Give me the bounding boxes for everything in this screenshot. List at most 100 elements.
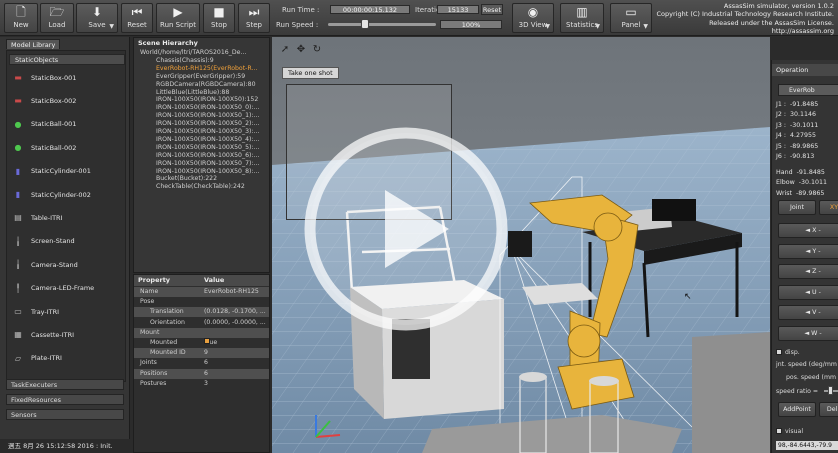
joint-label: Hand [776, 168, 793, 176]
model-item-cassette-itri[interactable]: ▦ Cassette-ITRI [9, 326, 119, 343]
property-row[interactable]: Orientation (0.0000, -0.0000, ... [134, 318, 269, 328]
play-video-icon[interactable] [303, 126, 509, 332]
property-row[interactable]: Mounted ID 9 [134, 348, 269, 359]
scene-item[interactable]: IRON-100X50(IRON-100X50_5):... [156, 144, 259, 152]
run-speed-slider[interactable] [328, 23, 436, 26]
joint-mode-button[interactable]: Joint [778, 200, 816, 215]
model-item-camera-led-frame[interactable]: ╿ Camera-LED-Frame [9, 280, 119, 297]
scene-item[interactable]: Bucket(Bucket):222 [156, 175, 217, 183]
reset-button[interactable]: ⏮ Reset [121, 3, 153, 33]
property-row[interactable]: Positions 6 [134, 368, 269, 379]
scene-item[interactable]: IRON-100X50(IRON-100X50_7):... [156, 160, 259, 168]
property-row[interactable]: Joints 6 [134, 358, 269, 368]
scene-item[interactable]: IRON-100X50(IRON-100X50_4):... [156, 136, 259, 144]
model-item-staticball-002[interactable]: ● StaticBall-002 [9, 139, 119, 156]
pos-speed-label: pos. speed (mm [786, 374, 836, 381]
property-row[interactable]: Postures 3 [134, 379, 269, 389]
statistics-button[interactable]: ▥ Statistics ▼ [560, 3, 604, 33]
joint-label: J2 : [776, 111, 786, 119]
load-button[interactable]: 🗁 Load [40, 3, 74, 33]
save-icon: ⬇ [91, 5, 103, 19]
model-item-plate-itri[interactable]: ▱ Plate-ITRI [9, 350, 119, 367]
jog-z-minus-button[interactable]: ◄ Z - [778, 264, 838, 280]
new-button[interactable]: 🗋 New [4, 3, 38, 33]
jog-w-minus-button[interactable]: ◄ W - [778, 326, 838, 341]
run-script-button[interactable]: ▶ Run Script [156, 3, 200, 33]
scene-item[interactable]: IRON-100X50(IRON-100X50_6):... [156, 152, 259, 160]
speed-ratio-slider-handle[interactable] [828, 386, 833, 395]
model-item-tray-itri[interactable]: ▭ Tray-ITRI [9, 303, 119, 320]
jnt-speed-label: jnt. speed (deg/mm [776, 361, 837, 368]
position-field[interactable]: 98,-84.6443,-79.9 [776, 441, 838, 450]
rotate-tool-icon[interactable]: ↻ [310, 43, 324, 57]
jog-x-minus-button[interactable]: ◄ X - [778, 223, 838, 238]
model-library-tab[interactable]: Model Library [6, 39, 61, 49]
scene-item[interactable]: LittleBlue(LittleBlue):88 [156, 89, 229, 97]
stand-icon: ╽ [15, 236, 21, 246]
scene-item[interactable]: IRON-100X50(IRON-100X50_1):... [156, 112, 259, 120]
joint-value: 30.1146 [790, 111, 817, 119]
property-row[interactable]: Pose [134, 297, 269, 307]
take-one-shot-button[interactable]: Take one shot [282, 67, 339, 79]
scene-item[interactable]: Chassis(Chassis):9 [156, 57, 214, 65]
property-key: Mount [140, 328, 160, 336]
scene-item[interactable]: IRON-100X50(IRON-100X50_8):... [156, 168, 259, 176]
mounted-checkbox[interactable] [204, 338, 210, 344]
jog-y-minus-button[interactable]: ◄ Y - [778, 243, 838, 259]
model-item-camera-stand[interactable]: ╽ Camera-Stand [9, 256, 119, 273]
ball-icon: ● [14, 143, 22, 153]
scene-item[interactable]: EverGripper(EverGripper):59 [156, 73, 245, 81]
move-tool-icon[interactable]: ✥ [294, 43, 308, 57]
joint-value: -30.1011 [798, 179, 828, 187]
property-row[interactable]: Name EverRobot-RH125 [134, 287, 269, 297]
chevron-down-icon: ▼ [545, 23, 550, 30]
scene-item[interactable]: IRON-100X50(IRON-100X50_3):... [156, 128, 259, 136]
run-speed-slider-handle[interactable] [360, 19, 369, 29]
status-bar: 週五 8月 26 15:12:58 2016 : Init. [0, 439, 130, 453]
delete-point-button[interactable]: DelP [819, 402, 838, 417]
reset-iterations-button[interactable]: Reset [481, 4, 503, 15]
scene-item[interactable]: IRON-100X50(IRON-100X50):152 [156, 96, 258, 104]
ball-icon: ● [14, 119, 22, 129]
property-row[interactable]: Translation (0.0128, -0.1700, ... [134, 307, 269, 318]
model-item-label: Table-ITRI [31, 213, 63, 222]
scene-item[interactable]: World(/home/ltri/TAROS2016_De... [140, 49, 246, 57]
disp-checkbox[interactable] [776, 349, 782, 355]
model-item-table-itri[interactable]: ▤ Table-ITRI [9, 209, 119, 226]
stop-icon: ■ [213, 5, 225, 19]
visual-checkbox[interactable] [776, 428, 782, 434]
model-item-staticcylinder-001[interactable]: ▮ StaticCylinder-001 [9, 163, 119, 180]
property-value: 6 [204, 359, 208, 367]
select-tool-icon[interactable]: ➚ [278, 43, 292, 57]
scene-item[interactable]: IRON-100X50(IRON-100X50_0):... [156, 104, 259, 112]
robot-selector[interactable]: EverRob [778, 84, 838, 96]
property-row[interactable]: Mount [134, 327, 269, 338]
task-executers-section[interactable]: TaskExecuters [6, 379, 124, 390]
xyz-mode-button[interactable]: XY [819, 200, 838, 215]
scene-item[interactable]: CheckTable(CheckTable):242 [156, 183, 245, 191]
operation-title: Operation [772, 64, 838, 76]
add-point-button[interactable]: AddPoint [778, 402, 816, 417]
scene-item[interactable]: RGBDCamera(RGBDCamera):80 [156, 81, 256, 89]
property-key: Joints [140, 359, 157, 367]
jog-v-minus-button[interactable]: ◄ V - [778, 305, 838, 321]
sensors-section[interactable]: Sensors [6, 409, 124, 420]
step-button[interactable]: ⏭ Step [238, 3, 270, 33]
model-item-screen-stand[interactable]: ╽ Screen-Stand [9, 233, 119, 250]
model-item-staticball-001[interactable]: ● StaticBall-001 [9, 116, 119, 133]
joint-row: J5 : -89.9865 [776, 142, 838, 151]
fixed-resources-section[interactable]: FixedResources [6, 394, 124, 405]
scene-item[interactable]: IRON-100X50(IRON-100X50_2):... [156, 120, 259, 128]
model-item-staticbox-002[interactable]: ▬ StaticBox-002 [9, 92, 119, 109]
jog-u-minus-button[interactable]: ◄ U - [778, 284, 838, 300]
model-item-staticcylinder-002[interactable]: ▮ StaticCylinder-002 [9, 186, 119, 203]
save-button[interactable]: ⬇ Save ▼ [76, 3, 118, 33]
stop-button[interactable]: ■ Stop [203, 3, 235, 33]
scene-item-selected[interactable]: EverRobot-RH125(EverRobot-R... [156, 65, 257, 73]
static-objects-header[interactable]: StaticObjects [9, 54, 125, 65]
joint-label: J5 : [776, 142, 786, 150]
model-item-staticbox-001[interactable]: ▬ StaticBox-001 [9, 69, 119, 86]
property-row[interactable]: Mounted True [134, 338, 269, 348]
panel-button[interactable]: ▭ Panel ▼ [610, 3, 652, 33]
3d-view-button[interactable]: ◉ 3D View ▼ [512, 3, 554, 33]
